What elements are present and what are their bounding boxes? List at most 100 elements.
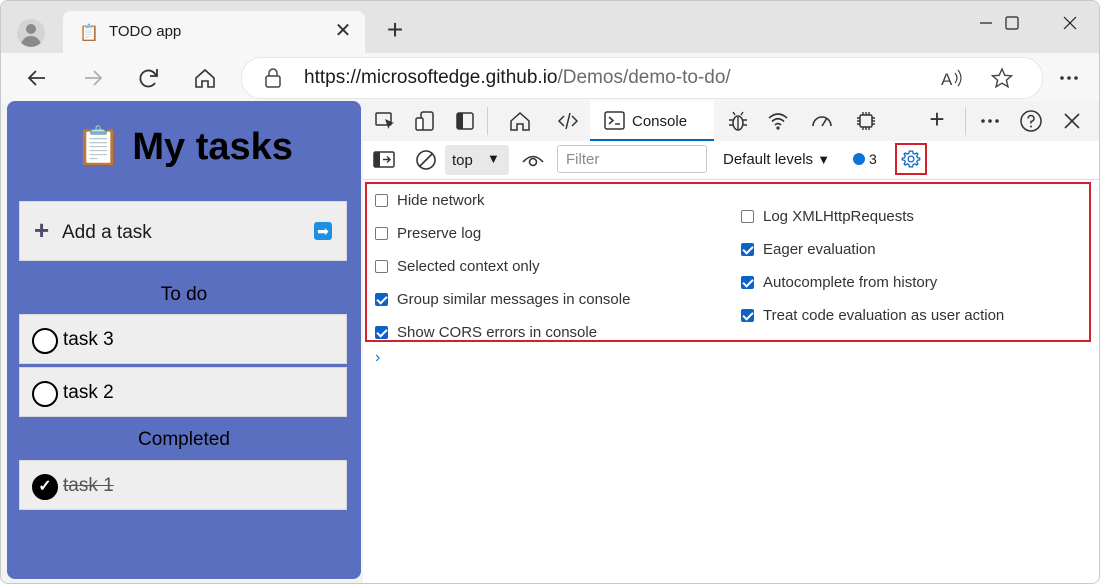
forward-arrow-icon <box>85 70 103 86</box>
devtools-tab-bar: Console + <box>363 101 1099 142</box>
home-icon <box>195 68 215 88</box>
setting-label: Hide network <box>397 192 485 209</box>
task-item[interactable]: task 3 <box>19 314 347 364</box>
task-checkbox[interactable] <box>32 328 58 354</box>
read-aloud-icon[interactable]: A <box>940 67 964 89</box>
console-icon <box>604 111 625 130</box>
dropdown-arrow-icon: ▼ <box>487 151 500 166</box>
dropdown-arrow-icon: ▼ <box>817 152 831 167</box>
avatar-shoulders <box>21 36 41 47</box>
home-button[interactable] <box>189 63 221 93</box>
setting-label: Treat code evaluation as user action <box>763 307 1005 324</box>
more-tools-button[interactable]: + <box>923 105 951 133</box>
checkbox[interactable] <box>741 210 754 223</box>
setting-log-xhr[interactable]: Log XMLHttpRequests <box>741 208 914 228</box>
console-settings-button[interactable] <box>895 143 927 175</box>
setting-label: Eager evaluation <box>763 241 876 258</box>
checkbox-checked[interactable] <box>741 243 754 256</box>
browser-tab[interactable]: 📋 TODO app ✕ <box>63 11 365 53</box>
context-value: top <box>452 152 473 169</box>
add-task-placeholder: Add a task <box>62 222 152 243</box>
page-title: 📋 My tasks <box>7 125 361 169</box>
live-expression-eye-icon[interactable] <box>521 149 545 171</box>
clear-console-icon[interactable] <box>415 149 437 171</box>
sources-bug-icon[interactable] <box>726 109 750 133</box>
help-icon[interactable] <box>1019 109 1043 133</box>
elements-code-icon[interactable] <box>556 109 580 133</box>
tab-title: TODO app <box>109 23 182 40</box>
checkbox[interactable] <box>375 194 388 207</box>
devtools-panel: Console + top ▼ Default levels ▼ 3 <box>363 101 1099 583</box>
completed-task-item[interactable]: ✓ task 1 <box>19 460 347 510</box>
plus-icon: + <box>34 215 50 245</box>
close-tab-icon[interactable]: ✕ <box>331 19 355 43</box>
setting-preserve-log[interactable]: Preserve log <box>375 225 481 245</box>
inspect-element-icon[interactable] <box>373 109 397 133</box>
close-icon <box>1063 16 1077 30</box>
back-button[interactable] <box>21 63 53 93</box>
checkbox-checked[interactable] <box>375 293 388 306</box>
context-selector[interactable]: top ▼ <box>445 145 509 175</box>
navigation-bar: https://microsoftedge.github.io/Demos/de… <box>1 53 1099 103</box>
task-checkbox[interactable] <box>32 381 58 407</box>
close-devtools-icon[interactable] <box>1060 109 1084 133</box>
dock-side-icon[interactable] <box>453 109 477 133</box>
todo-heading: To do <box>160 284 208 305</box>
toolbar-divider <box>487 107 488 135</box>
setting-autocomplete-history[interactable]: Autocomplete from history <box>741 274 937 294</box>
completed-heading: Completed <box>138 429 230 450</box>
toolbar-divider <box>965 107 966 135</box>
maximize-button[interactable] <box>989 9 1035 37</box>
clipboard-icon: 📋 <box>79 25 99 42</box>
favorite-star-icon[interactable] <box>990 67 1014 89</box>
setting-group-similar[interactable]: Group similar messages in console <box>375 291 630 311</box>
network-wifi-icon[interactable] <box>766 109 790 133</box>
console-settings-panel: Hide network Preserve log Selected conte… <box>365 182 1091 342</box>
sidebar-toggle-icon[interactable] <box>373 149 395 171</box>
back-arrow-icon <box>27 70 45 86</box>
checkbox-checked[interactable] <box>741 309 754 322</box>
welcome-home-icon[interactable] <box>508 109 532 133</box>
checkbox-checked[interactable] <box>741 276 754 289</box>
task-item[interactable]: task 2 <box>19 367 347 417</box>
filter-field[interactable] <box>557 145 708 173</box>
console-prompt-chevron-icon[interactable]: › <box>375 349 380 367</box>
checkmark-icon[interactable]: ✓ <box>32 474 58 500</box>
profile-avatar[interactable] <box>17 19 45 47</box>
setting-eager-evaluation[interactable]: Eager evaluation <box>741 241 876 261</box>
log-levels-dropdown[interactable]: Default levels ▼ <box>723 151 830 168</box>
setting-hide-network[interactable]: Hide network <box>375 192 485 212</box>
memory-chip-icon[interactable] <box>854 109 878 133</box>
setting-label: Autocomplete from history <box>763 274 938 291</box>
message-bubble-icon <box>853 153 865 165</box>
setting-label: Group similar messages in console <box>397 291 631 308</box>
todo-app: 📋 My tasks + Add a task ➡ To do task 3 ta… <box>7 101 361 579</box>
submit-arrow-icon[interactable]: ➡ <box>314 222 332 240</box>
setting-treat-user-action[interactable]: Treat code evaluation as user action <box>741 307 1004 327</box>
maximize-icon <box>1005 16 1019 30</box>
setting-label: Preserve log <box>397 225 482 242</box>
device-emulation-icon[interactable] <box>413 109 437 133</box>
setting-selected-context[interactable]: Selected context only <box>375 258 540 278</box>
new-tab-button[interactable]: + <box>381 16 409 45</box>
performance-gauge-icon[interactable] <box>810 109 834 133</box>
setting-label: Selected context only <box>397 258 540 275</box>
close-window-button[interactable] <box>1047 9 1093 37</box>
checkbox[interactable] <box>375 260 388 273</box>
more-options-icon[interactable] <box>978 109 1002 133</box>
setting-show-cors[interactable]: Show CORS errors in console <box>375 324 597 344</box>
checkbox-checked[interactable] <box>375 326 388 339</box>
title-bar: 📋 TODO app ✕ + <box>1 1 1099 53</box>
checkbox[interactable] <box>375 227 388 240</box>
filter-input[interactable] <box>564 150 708 169</box>
task-text: task 2 <box>63 382 114 403</box>
forward-button[interactable] <box>77 63 109 93</box>
address-bar[interactable]: https://microsoftedge.github.io/Demos/de… <box>241 57 1043 99</box>
refresh-button[interactable] <box>133 63 165 93</box>
tab-console[interactable]: Console <box>590 101 714 141</box>
refresh-icon <box>139 69 158 88</box>
add-task-field[interactable]: + Add a task ➡ <box>19 201 347 261</box>
svg-text:A: A <box>941 70 953 89</box>
more-menu-button[interactable] <box>1053 63 1085 93</box>
issues-counter[interactable]: 3 <box>853 151 877 167</box>
